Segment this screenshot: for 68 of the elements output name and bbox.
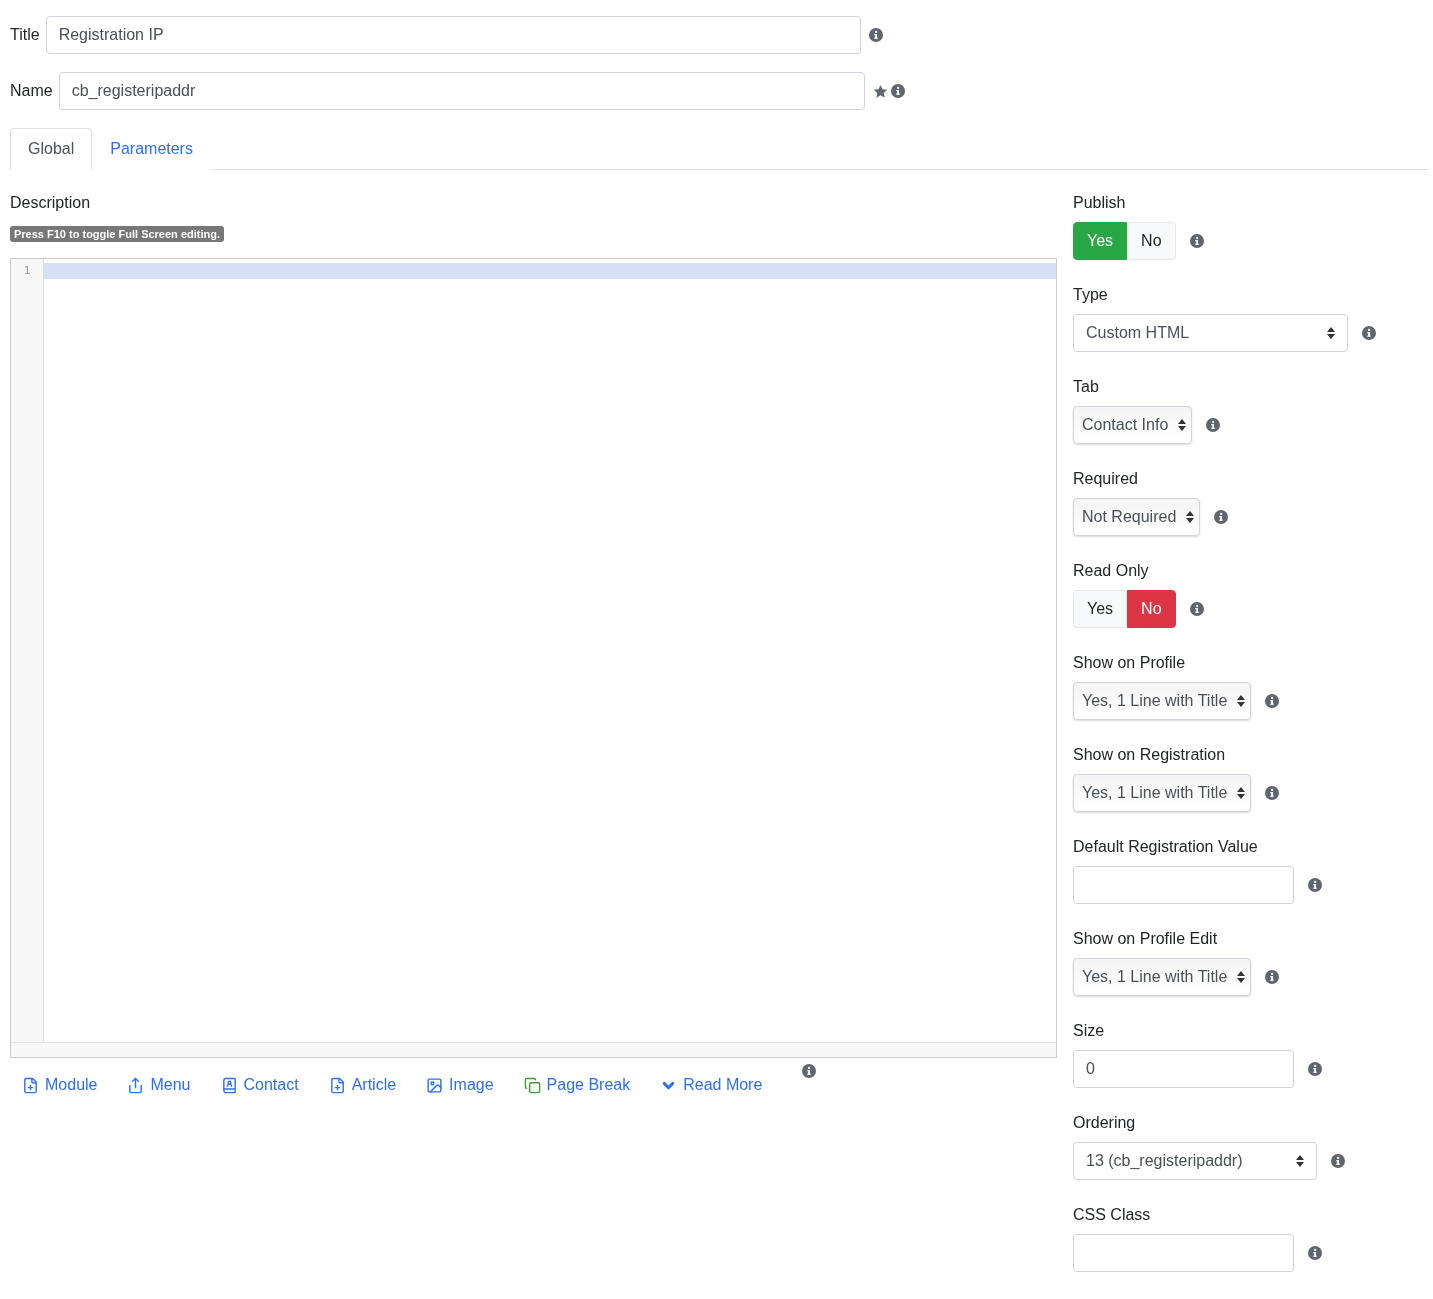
field-label: Description <box>10 194 92 212</box>
field-label: Read Only <box>1073 562 1149 580</box>
info-icon[interactable] <box>1331 1154 1345 1168</box>
line-number: 1 <box>23 264 31 277</box>
field-label: Title <box>10 26 40 44</box>
sort-arrows-icon <box>1237 971 1246 983</box>
field-label: Tab <box>1073 378 1099 396</box>
editor-button[interactable]: Image <box>424 1068 509 1094</box>
info-icon[interactable] <box>802 1064 817 1078</box>
text-field[interactable]: cb_registeripaddr <box>58 72 865 110</box>
field-label: Name <box>10 82 53 100</box>
text-field[interactable]: 0 <box>1073 1050 1294 1088</box>
toggle-option[interactable]: No <box>1127 222 1176 260</box>
image-icon <box>426 1076 444 1094</box>
select-field[interactable]: Custom HTML <box>1073 314 1348 352</box>
info-icon[interactable] <box>1265 786 1280 800</box>
tab[interactable]: Global <box>10 128 93 170</box>
field-label: Size <box>1073 1022 1105 1040</box>
editor-button[interactable]: Menu <box>125 1068 206 1094</box>
field-label: Type <box>1073 286 1108 304</box>
field-label: Ordering <box>1073 1114 1136 1132</box>
info-icon[interactable] <box>891 83 905 98</box>
sort-arrows-icon <box>1327 327 1335 339</box>
select-field[interactable]: Yes, 1 Line with Title <box>1073 682 1252 720</box>
editor-button[interactable]: Module <box>20 1068 113 1094</box>
select-field[interactable]: Not Required <box>1073 498 1201 536</box>
info-icon[interactable] <box>1265 694 1280 708</box>
sort-arrows-icon <box>1237 787 1246 799</box>
sort-arrows-icon <box>1178 419 1187 431</box>
field-label: Publish <box>1073 194 1126 212</box>
sort-arrows-icon <box>1186 511 1195 523</box>
hint-label: Press F10 to toggle Full Screen editing. <box>10 226 224 242</box>
copy-icon <box>523 1076 541 1094</box>
info-icon[interactable] <box>1308 878 1322 892</box>
editor-button[interactable]: Read More <box>658 1068 778 1094</box>
editor-button[interactable]: Article <box>326 1068 412 1094</box>
field-label: CSS Class <box>1073 1206 1151 1224</box>
text-field[interactable]: Registration IP <box>45 16 861 54</box>
toggle-option[interactable]: No <box>1127 590 1176 628</box>
share-icon <box>127 1076 145 1094</box>
editor-button[interactable]: Page Break <box>521 1068 646 1094</box>
field-label: Required <box>1073 470 1138 488</box>
select-field[interactable]: 13 (cb_registeripaddr) <box>1073 1142 1317 1180</box>
text-field[interactable] <box>1073 1234 1294 1272</box>
info-icon[interactable] <box>1308 1246 1322 1260</box>
field-label: Show on Profile Edit <box>1073 930 1218 948</box>
field-label: Default Registration Value <box>1073 838 1258 856</box>
field-label: Show on Registration <box>1073 746 1226 764</box>
sort-arrows-icon <box>1237 695 1246 707</box>
info-icon[interactable] <box>1362 326 1376 340</box>
field-label: Show on Profile <box>1073 654 1186 672</box>
file-plus-icon <box>328 1076 346 1094</box>
info-icon[interactable] <box>1214 510 1229 524</box>
info-icon[interactable] <box>1189 234 1204 248</box>
select-field[interactable]: Contact Info <box>1073 406 1193 444</box>
text-field[interactable] <box>1073 866 1294 904</box>
toggle-option[interactable]: Yes <box>1073 590 1128 628</box>
contact-book-icon <box>220 1076 238 1094</box>
select-field[interactable]: Yes, 1 Line with Title <box>1073 958 1252 996</box>
sort-arrows-icon <box>1296 1155 1304 1167</box>
file-plus-icon <box>22 1076 39 1094</box>
editor-button[interactable]: Contact <box>218 1068 314 1094</box>
info-icon[interactable] <box>1265 970 1280 984</box>
info-icon[interactable] <box>869 28 883 42</box>
info-icon[interactable] <box>1308 1062 1322 1076</box>
select-field[interactable]: Yes, 1 Line with Title <box>1073 774 1252 812</box>
info-icon[interactable] <box>1206 418 1221 432</box>
info-icon[interactable] <box>1189 602 1204 616</box>
